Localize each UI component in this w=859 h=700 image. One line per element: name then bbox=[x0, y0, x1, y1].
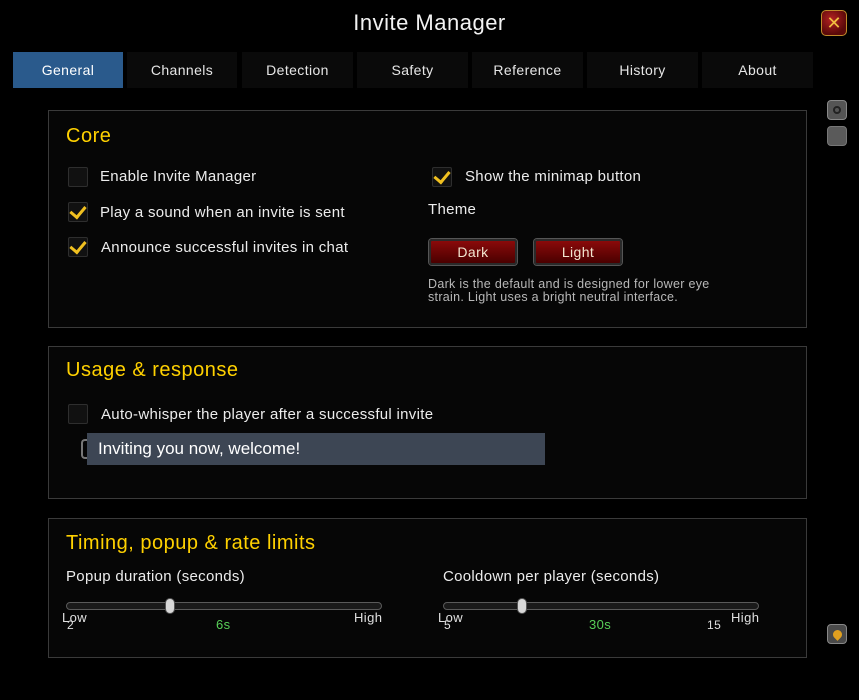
minimap-button-label: Show the minimap button bbox=[465, 168, 642, 185]
cooldown-min-value: 5 bbox=[444, 618, 452, 632]
popup-duration-value: 6s bbox=[216, 617, 231, 632]
play-sound-label: Play a sound when an invite is sent bbox=[100, 204, 345, 221]
close-icon: ✕ bbox=[826, 13, 842, 33]
timing-section: Timing, popup & rate limits Popup durati… bbox=[48, 518, 807, 658]
core-heading: Core bbox=[66, 125, 112, 147]
cooldown-value: 30s bbox=[589, 617, 612, 632]
cooldown-high-label: High bbox=[731, 610, 760, 625]
popup-duration-low-label: Low bbox=[62, 610, 88, 625]
close-button[interactable]: ✕ bbox=[821, 10, 847, 36]
minimap-pin-button[interactable] bbox=[827, 624, 847, 644]
auto-whisper-checkbox[interactable] bbox=[68, 404, 88, 424]
popup-duration-slider-thumb[interactable] bbox=[165, 598, 176, 614]
usage-section: Usage & response Auto-whisper the player… bbox=[48, 346, 807, 499]
tab-safety[interactable]: Safety bbox=[357, 52, 468, 88]
auto-whisper-label: Auto-whisper the player after a successf… bbox=[101, 406, 434, 423]
timing-heading: Timing, popup & rate limits bbox=[66, 532, 316, 554]
popup-duration-min-value: 2 bbox=[67, 618, 75, 632]
cooldown-max-value: 15 bbox=[707, 618, 722, 632]
tab-general[interactable]: General bbox=[13, 52, 123, 88]
cooldown-slider[interactable] bbox=[443, 602, 759, 610]
tab-history[interactable]: History bbox=[587, 52, 698, 88]
play-sound-checkbox[interactable] bbox=[68, 202, 88, 222]
theme-light-button[interactable]: Light bbox=[534, 239, 622, 265]
usage-heading: Usage & response bbox=[66, 359, 239, 381]
tab-reference[interactable]: Reference bbox=[472, 52, 583, 88]
theme-label: Theme bbox=[428, 201, 477, 218]
cooldown-label: Cooldown per player (seconds) bbox=[443, 568, 660, 585]
announce-invites-checkbox[interactable] bbox=[68, 237, 88, 257]
scrollbar-thumb[interactable] bbox=[827, 126, 847, 146]
invite-manager-window: Invite Manager ✕ General Channels Detect… bbox=[0, 0, 859, 700]
core-section: Core Enable Invite Manager Play a sound … bbox=[48, 110, 807, 328]
whisper-message-input[interactable] bbox=[87, 433, 545, 465]
enable-invite-manager-label: Enable Invite Manager bbox=[100, 168, 257, 185]
tab-channels[interactable]: Channels bbox=[127, 52, 237, 88]
theme-dark-button[interactable]: Dark bbox=[429, 239, 517, 265]
cooldown-slider-thumb[interactable] bbox=[517, 598, 527, 614]
popup-duration-slider[interactable] bbox=[66, 602, 382, 610]
window-title: Invite Manager bbox=[353, 10, 506, 35]
scroll-up-icon bbox=[833, 106, 841, 114]
minimap-pin-icon bbox=[830, 627, 844, 641]
popup-duration-high-label: High bbox=[354, 610, 383, 625]
minimap-button-checkbox[interactable] bbox=[432, 167, 452, 187]
tab-detection[interactable]: Detection bbox=[242, 52, 353, 88]
enable-invite-manager-checkbox[interactable] bbox=[68, 167, 88, 187]
announce-invites-label: Announce successful invites in chat bbox=[101, 239, 349, 256]
scroll-up-button[interactable] bbox=[827, 100, 847, 120]
tab-about[interactable]: About bbox=[702, 52, 813, 88]
popup-duration-label: Popup duration (seconds) bbox=[66, 568, 245, 585]
theme-description-line2: strain. Light uses a bright neutral inte… bbox=[428, 290, 679, 304]
